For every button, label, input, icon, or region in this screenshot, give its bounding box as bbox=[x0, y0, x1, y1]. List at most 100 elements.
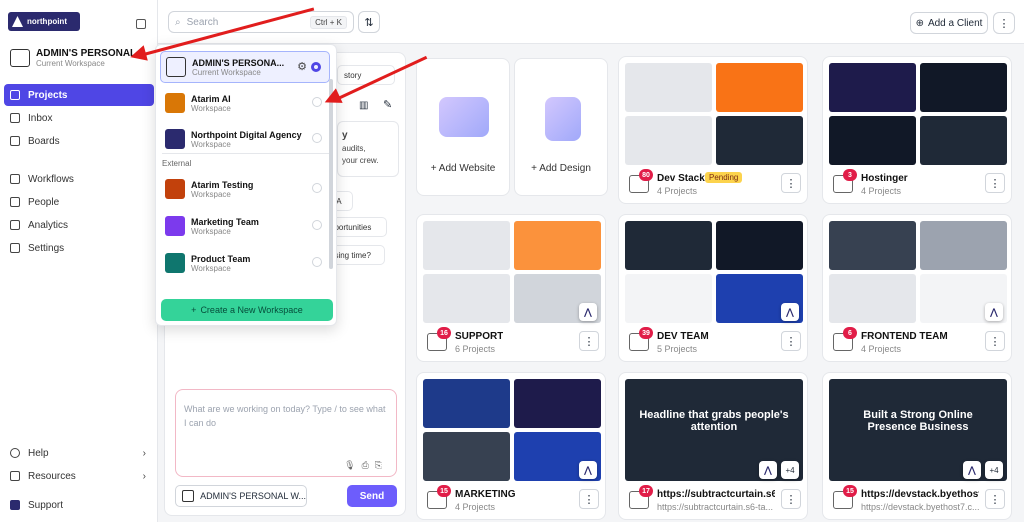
card-menu-button[interactable]: ⋮ bbox=[985, 331, 1005, 351]
create-workspace-button[interactable]: + Create a New Workspace bbox=[161, 299, 333, 321]
client-name: DEV TEAM bbox=[657, 331, 709, 342]
preview-thumbnail bbox=[625, 274, 712, 323]
nav-support[interactable]: Support bbox=[4, 494, 154, 516]
client-card[interactable]: ⋀ 16 SUPPORT 6 Projects ⋮ bbox=[416, 214, 606, 362]
support-icon bbox=[10, 500, 20, 510]
client-project-count: https://subtractcurtain.s6-ta... bbox=[657, 502, 774, 512]
search-shortcut: Ctrl + K bbox=[310, 15, 347, 29]
northpoint-badge-icon: ⋀ bbox=[579, 303, 597, 321]
nav-analytics[interactable]: Analytics bbox=[4, 214, 154, 236]
card-preview bbox=[829, 63, 1007, 165]
board-icon bbox=[10, 136, 20, 146]
nav-settings[interactable]: Settings bbox=[4, 237, 154, 259]
client-project-count: 4 Projects bbox=[861, 344, 902, 354]
card-preview bbox=[829, 221, 1007, 323]
northpoint-logo[interactable]: northpoint bbox=[8, 12, 80, 31]
client-card[interactable]: 3 Hostinger 4 Projects ⋮ bbox=[822, 56, 1012, 204]
document-illustration bbox=[545, 97, 581, 141]
more-vertical-icon: ⋮ bbox=[989, 177, 1001, 190]
nav-workflows[interactable]: Workflows bbox=[4, 168, 154, 190]
client-card[interactable]: Headline that grabs people's attention ⋀ +… bbox=[618, 372, 808, 520]
preview-thumbnail bbox=[514, 379, 601, 428]
client-name: https://subtractcurtain.s6-ta... bbox=[657, 489, 775, 500]
chevron-right-icon: › bbox=[142, 447, 146, 459]
people-icon bbox=[10, 197, 20, 207]
preview-thumbnail bbox=[514, 221, 601, 270]
client-project-count: 4 Projects bbox=[455, 502, 496, 512]
grid-icon bbox=[10, 90, 20, 100]
card-menu-button[interactable]: ⋮ bbox=[579, 331, 599, 351]
nav-help[interactable]: Help › bbox=[4, 442, 154, 464]
preview-thumbnail bbox=[829, 274, 916, 323]
notification-count: 15 bbox=[843, 485, 857, 497]
gear-icon[interactable]: ⚙ bbox=[297, 60, 307, 73]
nav-projects[interactable]: Projects bbox=[4, 84, 154, 106]
workspace-avatar bbox=[165, 253, 185, 273]
workspace-option-marketing-team[interactable]: Marketing Team Workspace bbox=[160, 210, 330, 242]
client-name: FRONTEND TEAM bbox=[861, 331, 948, 342]
more-count: +4 bbox=[781, 461, 799, 479]
help-icon bbox=[10, 448, 20, 458]
radio[interactable] bbox=[312, 183, 322, 193]
notification-count: 3 bbox=[843, 169, 857, 181]
workspace-option-atarim-testing[interactable]: Atarim Testing Workspace bbox=[160, 173, 330, 205]
workspace-option-product-team[interactable]: Product Team Workspace bbox=[160, 247, 330, 279]
workspace-selector[interactable]: ADMIN'S PERSONAL W... bbox=[175, 485, 307, 507]
card-menu-button[interactable]: ⋮ bbox=[985, 173, 1005, 193]
radio[interactable] bbox=[312, 220, 322, 230]
workspace-avatar bbox=[165, 93, 185, 113]
radio[interactable] bbox=[312, 133, 322, 143]
card-menu-button[interactable]: ⋮ bbox=[579, 489, 599, 509]
notification-count: 6 bbox=[843, 327, 857, 339]
northpoint-badge-icon: ⋀ bbox=[963, 461, 981, 479]
preview-thumbnail bbox=[829, 221, 916, 270]
more-vertical-icon: ⋮ bbox=[583, 335, 595, 348]
nav-boards[interactable]: Boards bbox=[4, 130, 154, 152]
workspace-avatar bbox=[166, 57, 186, 77]
input-tools-icons[interactable]: 🎙⎙⎘ bbox=[344, 458, 388, 472]
client-card[interactable]: 80 Dev Stack Pending 4 Projects ⋮ bbox=[618, 56, 808, 204]
nav-inbox[interactable]: Inbox bbox=[4, 107, 154, 129]
northpoint-badge-icon: ⋀ bbox=[781, 303, 799, 321]
divider bbox=[162, 153, 330, 154]
workspace-icon bbox=[182, 490, 195, 502]
chevron-right-icon: › bbox=[142, 470, 146, 482]
client-name: Hostinger bbox=[861, 173, 908, 184]
plus-icon: + bbox=[191, 305, 197, 315]
edit-icon[interactable]: ✎ bbox=[383, 98, 392, 111]
client-card[interactable]: ⋀ 15 MARKETING 4 Projects ⋮ bbox=[416, 372, 606, 520]
add-website-card[interactable]: + Add Website bbox=[416, 58, 510, 196]
more-options-button[interactable]: ⋮ bbox=[993, 12, 1015, 34]
nav-resources[interactable]: Resources › bbox=[4, 465, 154, 487]
workspace-option-current[interactable]: ADMIN'S PERSONA... Current Workspace ⚙ bbox=[160, 51, 330, 83]
notification-count: 15 bbox=[437, 485, 451, 497]
sidebar: northpoint ADMIN'S PERSONAL ... Current … bbox=[0, 0, 158, 522]
radio[interactable] bbox=[312, 97, 322, 107]
card-menu-button[interactable]: ⋮ bbox=[781, 489, 801, 509]
chat-input[interactable]: What are we working on today? Type / to … bbox=[175, 389, 397, 477]
add-user-icon: ⊕ bbox=[915, 17, 924, 29]
add-client-button[interactable]: ⊕ Add a Client bbox=[910, 12, 988, 34]
workspace-option-atarim-ai[interactable]: Atarim AI Workspace bbox=[160, 87, 330, 119]
client-card[interactable]: ⋀ 6 FRONTEND TEAM 4 Projects ⋮ bbox=[822, 214, 1012, 362]
add-design-card[interactable]: + Add Design bbox=[514, 58, 608, 196]
workspace-option-northpoint[interactable]: Northpoint Digital Agency Workspace bbox=[160, 123, 330, 155]
send-button[interactable]: Send bbox=[347, 485, 397, 507]
more-vertical-icon: ⋮ bbox=[989, 335, 1001, 348]
sort-button[interactable]: ⇅ bbox=[358, 11, 380, 33]
columns-icon[interactable]: ▥ bbox=[359, 100, 368, 111]
more-vertical-icon: ⋮ bbox=[785, 335, 797, 348]
card-menu-button[interactable]: ⋮ bbox=[781, 173, 801, 193]
radio-selected[interactable] bbox=[311, 62, 321, 72]
card-menu-button[interactable]: ⋮ bbox=[781, 331, 801, 351]
client-name: Dev Stack bbox=[657, 173, 705, 184]
nav-people[interactable]: People bbox=[4, 191, 154, 213]
card-menu-button[interactable]: ⋮ bbox=[985, 489, 1005, 509]
radio[interactable] bbox=[312, 257, 322, 267]
client-card[interactable]: Built a Strong Online Presence Business ⋀… bbox=[822, 372, 1012, 520]
workspace-icon bbox=[10, 49, 30, 67]
collapse-sidebar-icon[interactable] bbox=[136, 19, 146, 29]
client-card[interactable]: ⋀ 39 DEV TEAM 5 Projects ⋮ bbox=[618, 214, 808, 362]
workspace-avatar bbox=[165, 216, 185, 236]
preview-thumbnail bbox=[920, 116, 1007, 165]
